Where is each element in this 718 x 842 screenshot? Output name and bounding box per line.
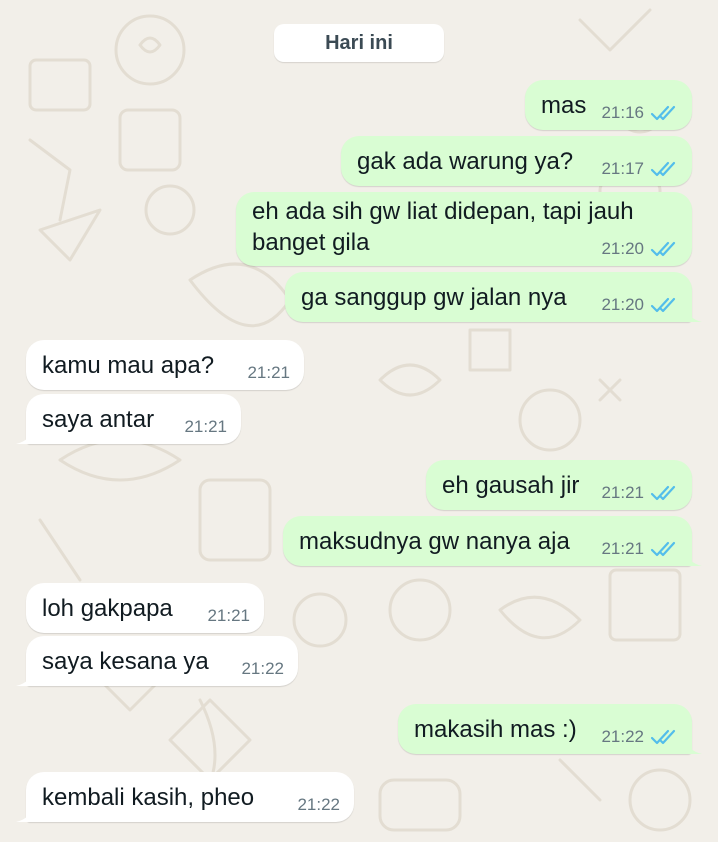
message-outgoing[interactable]: eh ada sih gw liat didepan, tapi jauh ba… xyxy=(236,192,692,266)
message-time: 21:17 xyxy=(601,159,644,178)
message-incoming[interactable]: kembali kasih, pheo 21:22 xyxy=(16,772,354,822)
bubble-tail xyxy=(684,736,702,754)
message-text: maksudnya gw nanya aja xyxy=(299,528,570,555)
day-divider-label: Hari ini xyxy=(325,31,393,54)
message-incoming[interactable]: saya kesana ya 21:22 xyxy=(16,636,298,686)
message-outgoing[interactable]: makasih mas :) 21:22 xyxy=(398,704,702,754)
message-meta: 21:21 xyxy=(184,418,227,435)
message-meta: 21:20 xyxy=(601,240,678,257)
message-meta: 21:22 xyxy=(601,728,678,745)
double-check-icon xyxy=(650,729,676,744)
message-outgoing[interactable]: gak ada warung ya? 21:17 xyxy=(341,136,692,186)
message-time: 21:22 xyxy=(601,727,644,746)
message-text: ga sanggup gw jalan nya xyxy=(301,284,567,311)
message-meta: 21:17 xyxy=(601,160,678,177)
message-text: eh gausah jir xyxy=(442,472,580,499)
message-incoming[interactable]: kamu mau apa? 21:21 xyxy=(26,340,304,390)
message-meta: 21:20 xyxy=(601,296,678,313)
day-divider: Hari ini xyxy=(274,24,444,62)
double-check-icon xyxy=(650,297,676,312)
message-time: 21:21 xyxy=(601,539,644,558)
message-text: loh gakpapa xyxy=(42,595,173,622)
message-time: 21:21 xyxy=(207,606,250,625)
message-meta: 21:22 xyxy=(297,796,340,813)
message-meta: 21:21 xyxy=(247,364,290,381)
message-outgoing[interactable]: maksudnya gw nanya aja 21:21 xyxy=(283,516,702,566)
bubble-tail xyxy=(16,804,34,822)
message-outgoing[interactable]: ga sanggup gw jalan nya 21:20 xyxy=(285,272,702,322)
message-time: 21:20 xyxy=(601,239,644,258)
message-text: kamu mau apa? xyxy=(42,352,215,379)
message-text: makasih mas :) xyxy=(414,716,577,743)
message-meta: 21:21 xyxy=(601,484,678,501)
message-text: mas xyxy=(541,92,587,119)
message-time: 21:22 xyxy=(241,659,284,678)
message-time: 21:21 xyxy=(184,417,227,436)
message-incoming[interactable]: loh gakpapa 21:21 xyxy=(26,583,264,633)
bubble-tail xyxy=(16,668,34,686)
double-check-icon xyxy=(650,541,676,556)
message-incoming[interactable]: saya antar 21:21 xyxy=(16,394,241,444)
bubble-tail xyxy=(684,304,702,322)
message-meta: 21:16 xyxy=(601,104,678,121)
message-time: 21:21 xyxy=(601,483,644,502)
message-text: kembali kasih, pheo xyxy=(42,784,255,811)
message-text: gak ada warung ya? xyxy=(357,148,574,175)
bubble-tail xyxy=(16,426,34,444)
message-time: 21:21 xyxy=(247,363,290,382)
double-check-icon xyxy=(650,161,676,176)
message-time: 21:22 xyxy=(297,795,340,814)
double-check-icon xyxy=(650,105,676,120)
double-check-icon xyxy=(650,241,676,256)
chat-background: Hari ini mas 21:16 gak ada warung ya? 21… xyxy=(0,0,718,842)
message-time: 21:20 xyxy=(601,295,644,314)
message-time: 21:16 xyxy=(601,103,644,122)
message-meta: 21:21 xyxy=(601,540,678,557)
message-text: saya antar xyxy=(42,406,155,433)
bubble-tail xyxy=(684,548,702,566)
message-meta: 21:21 xyxy=(207,607,250,624)
message-outgoing[interactable]: mas 21:16 xyxy=(525,80,692,130)
message-text: saya kesana ya xyxy=(42,648,209,675)
message-meta: 21:22 xyxy=(241,660,284,677)
double-check-icon xyxy=(650,485,676,500)
message-outgoing[interactable]: eh gausah jir 21:21 xyxy=(426,460,692,510)
